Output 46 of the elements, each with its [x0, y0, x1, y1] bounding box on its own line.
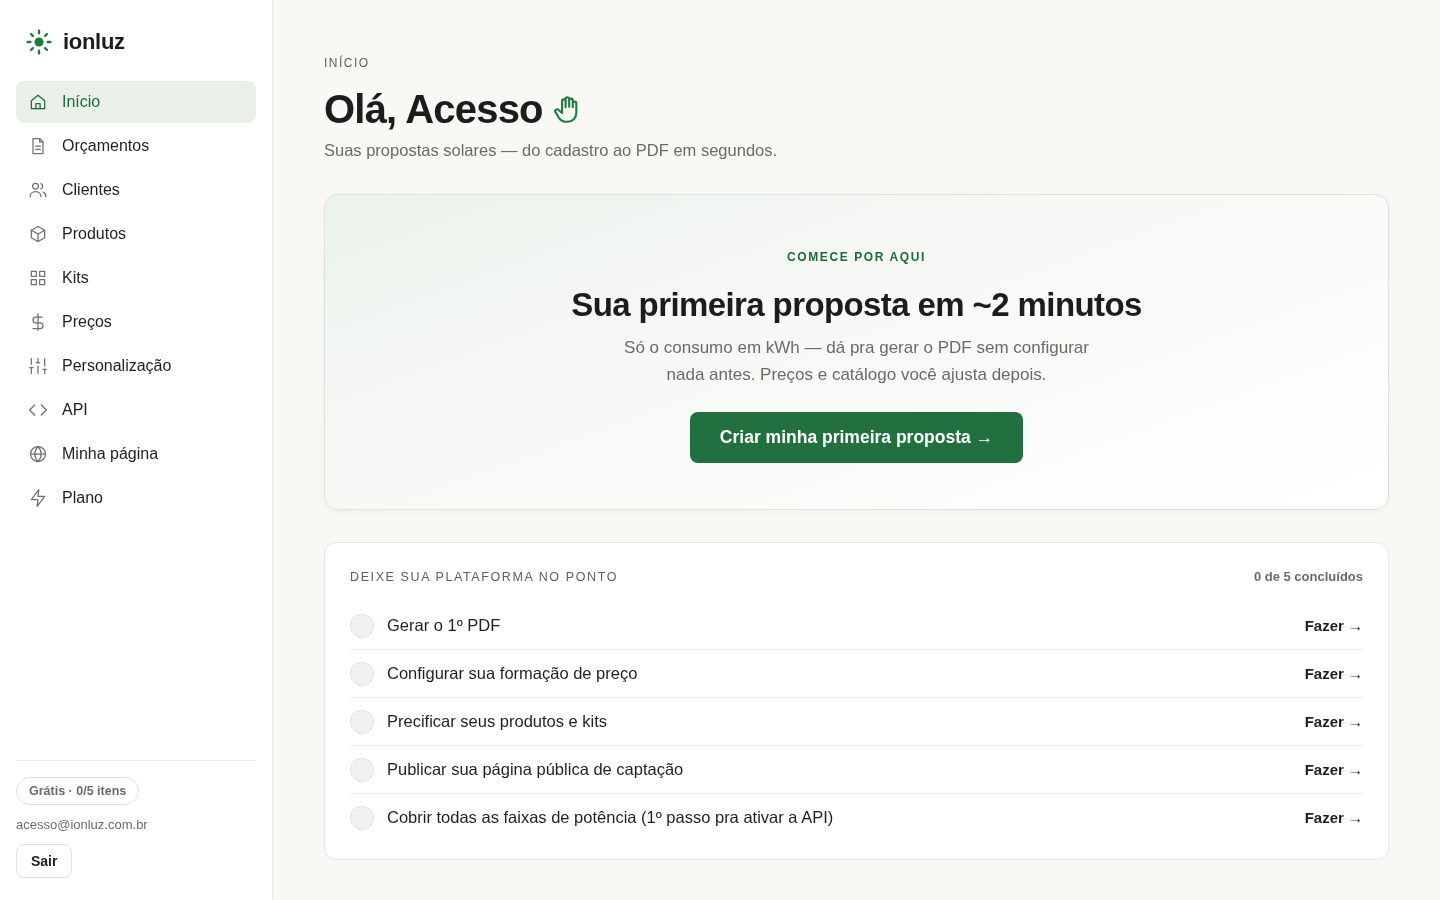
hand-icon — [552, 94, 580, 124]
nav-item[interactable]: Kits — [16, 257, 256, 299]
sun-logo-icon — [26, 29, 52, 55]
nav-item[interactable]: Preços — [16, 301, 256, 343]
checkbox-icon[interactable] — [350, 805, 374, 830]
nav-item[interactable]: Orçamentos — [16, 125, 256, 167]
checkbox-icon[interactable] — [350, 661, 374, 686]
brand-name: ionluz — [63, 29, 125, 55]
checkbox-icon[interactable] — [350, 757, 374, 782]
lightning-icon — [28, 488, 48, 508]
cube-icon — [28, 224, 48, 244]
page-subtitle: Suas propostas solares — do cadastro ao PDF em segundos. — [324, 141, 779, 160]
task-label: Publicar sua página pública de captação — [387, 760, 685, 779]
hero-title: Sua primeira proposta em ~2 minutos — [571, 285, 1142, 325]
nav-item[interactable]: Produtos — [16, 213, 256, 255]
task-action-link[interactable]: Fazer → — [1304, 761, 1363, 778]
logout-button[interactable]: Sair — [16, 844, 73, 878]
task-action-link[interactable]: Fazer → — [1304, 665, 1363, 682]
task-label: Cobrir todas as faixas de potência (1º passo pra ativar a API) — [387, 808, 835, 827]
globe-icon — [28, 444, 48, 464]
task-label: Configurar sua formação de preço — [387, 664, 639, 683]
hero-text: Só o consumo em kWh — dá pra gerar o PDF sem configurar nada antes. Preços e catálogo você ajusta depois. — [623, 337, 1090, 386]
task-label: Precificar seus produtos e kits — [387, 712, 609, 731]
hero-eyebrow: COMECE POR AQUI — [787, 250, 926, 264]
nav-item[interactable]: Clientes — [16, 169, 256, 211]
task-action-link[interactable]: Fazer → — [1304, 809, 1363, 826]
create-proposal-button[interactable]: Criar minha primeira proposta → — [689, 412, 1024, 463]
checkbox-icon[interactable] — [350, 709, 374, 734]
users-icon — [28, 180, 48, 200]
checklist-title: DEIXE SUA PLATAFORMA NO PONTO — [350, 569, 618, 584]
completed-summary: 0 de 5 concluídos — [1253, 569, 1363, 584]
task-action-link[interactable]: Fazer → — [1304, 713, 1363, 730]
user-email: acesso@ionluz.com.br — [16, 817, 148, 832]
grid-icon — [28, 268, 48, 288]
task-action-link[interactable]: Fazer → — [1304, 617, 1363, 634]
task-label: Gerar o 1º PDF — [387, 616, 502, 635]
breadcrumb: INÍCIO — [324, 56, 371, 70]
nav-item[interactable]: Plano — [16, 477, 256, 519]
nav-item[interactable]: API — [16, 389, 256, 431]
sliders-icon — [28, 356, 48, 376]
nav-item[interactable]: Personalização — [16, 345, 256, 387]
nav-item[interactable]: Início — [16, 81, 256, 123]
checkbox-icon[interactable] — [350, 613, 374, 638]
nav-item[interactable]: Minha página — [16, 433, 256, 475]
page-title: Olá, Acesso — [324, 86, 543, 133]
home-icon — [28, 92, 48, 112]
